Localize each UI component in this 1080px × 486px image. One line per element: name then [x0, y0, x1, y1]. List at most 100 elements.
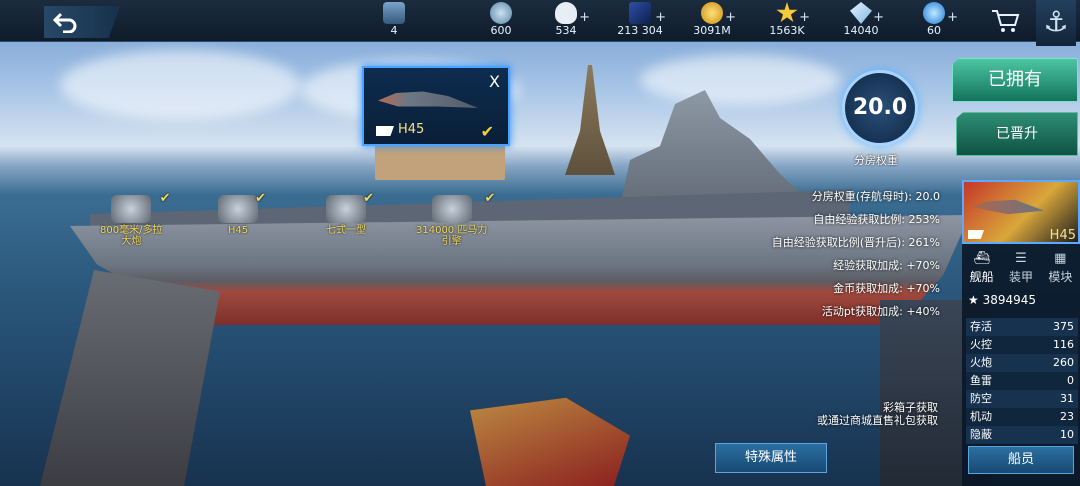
aa-gun-icon	[326, 195, 366, 223]
ship-icon: ⛴	[973, 251, 990, 266]
shop-cart-icon[interactable]	[990, 8, 1020, 34]
stat-line: 自由经验获取比例: 253%	[813, 213, 940, 226]
ship-popup[interactable]: X H45 ✔	[362, 66, 510, 146]
equipment-label: 314000 匹马力 引擎	[416, 225, 488, 247]
resource-ship-wheel[interactable]: 600	[478, 0, 524, 42]
room-weight-score: 20.0	[842, 70, 918, 146]
check-icon: ✔	[255, 191, 266, 206]
tier-icon	[968, 230, 984, 239]
ship-wheel-icon	[490, 2, 512, 24]
check-icon: ✔	[159, 191, 171, 206]
resource-blue-gem[interactable]: + 60	[914, 0, 958, 42]
ship-icon	[218, 195, 258, 223]
resource-value: 4	[390, 24, 398, 37]
top-bar: 4 600 + 534 + 213 304 + 3091M + 1563K + …	[0, 0, 1080, 46]
plus-icon: +	[873, 10, 884, 25]
ship-card[interactable]: H45	[962, 180, 1080, 244]
room-weight-label: 分房权重	[854, 154, 898, 167]
resource-rank[interactable]: 4	[370, 0, 418, 42]
ship-name: H45	[398, 122, 425, 137]
colosseum	[375, 140, 505, 180]
resource-card[interactable]: + 213 304	[608, 0, 672, 42]
attribute-row: 火炮 260	[966, 354, 1078, 372]
card-icon	[629, 2, 651, 24]
resource-value: 600	[490, 24, 512, 37]
stat-line: 金币获取加成: +70%	[833, 282, 940, 295]
anchor-icon[interactable]: ⚓	[1036, 0, 1076, 46]
owned-button[interactable]: 已拥有	[952, 58, 1078, 102]
attribute-name: 火控	[970, 338, 992, 351]
gun-icon	[111, 195, 152, 223]
rating-star-icon: ★	[968, 293, 983, 307]
attribute-name: 存活	[970, 320, 992, 333]
resource-heart[interactable]: + 534	[544, 0, 590, 42]
ship-info-panel: H45 ⛴ 舰船 ☰ 装甲 ▦ 模块 ★ 3894945 存活 375 火控 1…	[962, 180, 1080, 486]
stat-line: 活动pt获取加成: +40%	[821, 305, 940, 318]
equipment-ship[interactable]: ✔ H45	[218, 191, 266, 236]
plus-icon: +	[947, 10, 958, 25]
stat-line: 自由经验获取比例(晋升后): 261%	[771, 236, 940, 249]
promoted-button[interactable]: 已晋升	[956, 112, 1078, 156]
crew-button[interactable]: 船员	[968, 446, 1074, 474]
equipment-label: 800毫米/多拉 大炮	[100, 225, 163, 247]
equipment-engine[interactable]: ✔ 314000 匹马力 引擎	[416, 191, 495, 247]
ship-card-name: H45	[1049, 228, 1076, 243]
attribute-name: 鱼雷	[970, 374, 992, 387]
heart-icon	[555, 2, 577, 24]
attribute-row: 防空 31	[966, 390, 1078, 408]
module-icon: ▦	[1054, 251, 1067, 266]
attribute-row: 存活 375	[966, 318, 1078, 336]
rating-value: 3894945	[982, 293, 1037, 307]
combat-rating: ★ 3894945	[968, 293, 1036, 307]
tab-module[interactable]: ▦ 模块	[1041, 248, 1080, 288]
attribute-row: 鱼雷 0	[966, 372, 1078, 390]
armor-icon: ☰	[1015, 251, 1027, 266]
plus-icon: +	[655, 10, 666, 25]
attribute-name: 隐蔽	[970, 428, 992, 441]
close-icon[interactable]: X	[489, 72, 500, 91]
equipment-label: H45	[227, 225, 249, 236]
tier-icon	[376, 126, 394, 136]
resource-value: 1563K	[769, 24, 805, 37]
star-icon	[776, 2, 798, 23]
special-attribute-button[interactable]: 特殊属性	[715, 443, 827, 473]
tab-ship[interactable]: ⛴ 舰船	[962, 248, 1001, 288]
tab-label: 装甲	[1008, 270, 1033, 284]
attribute-name: 防空	[970, 392, 992, 405]
resource-value: 60	[927, 24, 941, 37]
check-icon: ✔	[363, 191, 374, 206]
resource-gold[interactable]: + 3091M	[686, 0, 738, 42]
equipment-label: 七式一型	[326, 225, 366, 236]
resource-value: 14040	[843, 24, 879, 37]
tab-armor[interactable]: ☰ 装甲	[1001, 248, 1040, 288]
resource-value: 534	[555, 24, 577, 37]
tab-label: 舰船	[969, 270, 994, 284]
back-button[interactable]	[44, 6, 120, 38]
attribute-value: 260	[1053, 356, 1074, 369]
eiffel-tower	[565, 65, 615, 175]
tab-label: 模块	[1048, 270, 1073, 284]
dock-left	[40, 270, 220, 486]
resource-star[interactable]: + 1563K	[762, 0, 812, 42]
attribute-value: 31	[1060, 392, 1074, 405]
back-arrow-icon	[52, 12, 77, 33]
check-icon: ✔	[480, 122, 494, 141]
equipment-main-gun[interactable]: ✔ 800毫米/多拉 大炮	[100, 191, 170, 247]
resource-diamond-wing[interactable]: + 14040	[836, 0, 886, 42]
blue-gem-icon	[923, 2, 945, 24]
ship-thumbnail	[378, 91, 478, 108]
cloud	[60, 50, 300, 120]
plus-icon: +	[725, 10, 736, 25]
attribute-value: 116	[1053, 338, 1074, 351]
info-tabs: ⛴ 舰船 ☰ 装甲 ▦ 模块	[962, 248, 1080, 288]
ship-thumbnail	[972, 199, 1044, 215]
bonus-stats-list: 分房权重(存航母时): 20.0 自由经验获取比例: 253% 自由经验获取比例…	[735, 185, 940, 323]
engine-icon	[431, 195, 472, 223]
gold-coin-icon	[701, 2, 723, 24]
resource-value: 3091M	[693, 24, 731, 37]
attribute-value: 23	[1060, 410, 1074, 423]
equipment-aa[interactable]: ✔ 七式一型	[326, 191, 374, 236]
resource-value: 213 304	[617, 24, 663, 37]
plus-icon: +	[579, 10, 590, 25]
diamond-wing-icon	[850, 2, 872, 24]
